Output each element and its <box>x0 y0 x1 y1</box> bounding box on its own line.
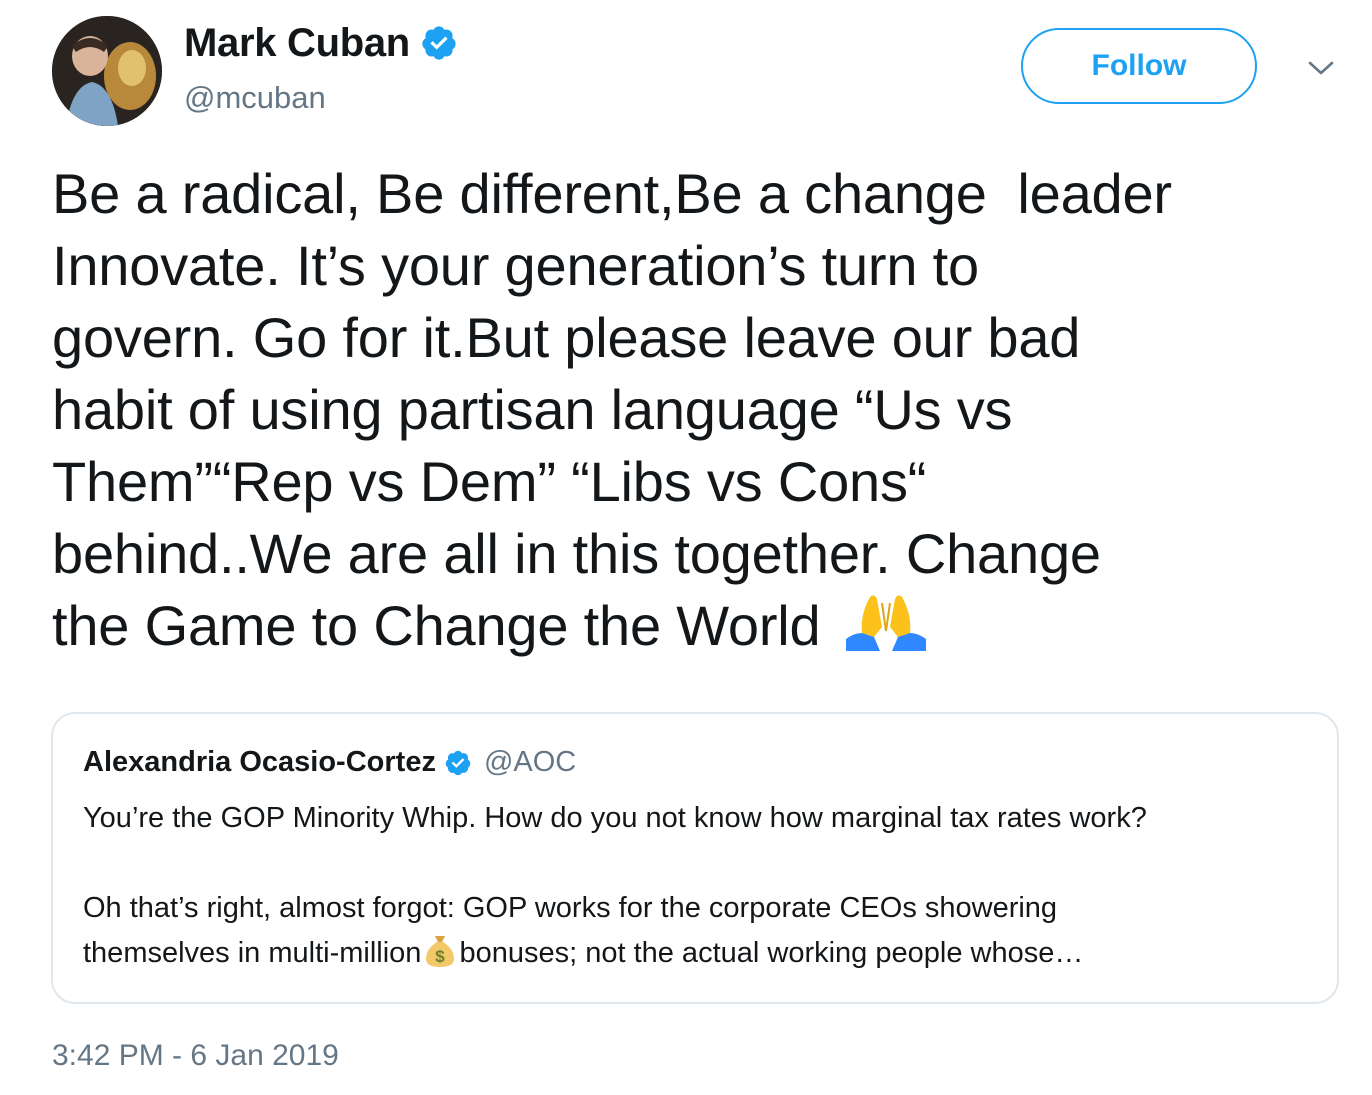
quoted-line: Oh that’s right, almost forgot: GOP work… <box>83 892 1058 924</box>
tweet-text-line: Innovate. It’s your generation’s turn to <box>52 234 979 297</box>
quoted-author-handle: @AOC <box>483 746 577 778</box>
tweet-text-line: Them”“Rep vs Dem” “Libs vs Cons“ <box>52 450 927 513</box>
quoted-tweet[interactable]: Alexandria Ocasio-Cortez @AOC You’re the… <box>51 712 1339 1004</box>
tweet-timestamp[interactable]: 3:42 PM - 6 Jan 2019 <box>52 1036 339 1076</box>
svg-text:$: $ <box>436 947 446 966</box>
tweet-text-line: behind..We are all in this together. Cha… <box>52 522 1101 585</box>
author-display-name[interactable]: Mark Cuban <box>184 18 410 68</box>
tweet-text-line: the Game to Change the World <box>52 594 821 657</box>
author-names: Mark Cuban @mcuban <box>184 18 458 120</box>
author-handle[interactable]: @mcuban <box>184 76 458 120</box>
quoted-line: bonuses; not the actual working people w… <box>459 937 1084 969</box>
tweet-card: Mark Cuban @mcuban Follow Be a radical, … <box>0 0 1372 1095</box>
quoted-paragraph: You’re the GOP Minority Whip. How do you… <box>83 802 1147 834</box>
money-bag-emoji-icon: $ <box>426 936 455 968</box>
tweet-text-line: Be a radical, Be different,Be a change l… <box>52 162 1172 225</box>
tweet-header: Mark Cuban @mcuban Follow <box>52 16 1352 128</box>
tweet-text-line: habit of using partisan language “Us vs <box>52 378 1013 441</box>
follow-button[interactable]: Follow <box>1021 28 1257 104</box>
folded-hands-emoji-icon <box>845 595 926 652</box>
chevron-down-icon[interactable] <box>1306 56 1336 80</box>
quoted-tweet-header: Alexandria Ocasio-Cortez @AOC <box>83 746 576 779</box>
quoted-tweet-text: You’re the GOP Minority Whip. How do you… <box>83 796 1303 976</box>
author-avatar[interactable] <box>52 16 162 126</box>
quoted-paragraph: Oh that’s right, almost forgot: GOP work… <box>83 886 1303 976</box>
verified-badge-icon <box>445 750 471 775</box>
avatar-photo-icon <box>52 16 162 126</box>
quoted-line: themselves in multi-million <box>83 937 422 969</box>
tweet-text-line: govern. Go for it.But please leave our b… <box>52 306 1081 369</box>
author-name-row: Mark Cuban <box>184 18 458 68</box>
quoted-author-name: Alexandria Ocasio-Cortez <box>83 746 436 778</box>
tweet-text: Be a radical, Be different,Be a change l… <box>52 158 1352 662</box>
verified-badge-icon <box>422 26 456 60</box>
